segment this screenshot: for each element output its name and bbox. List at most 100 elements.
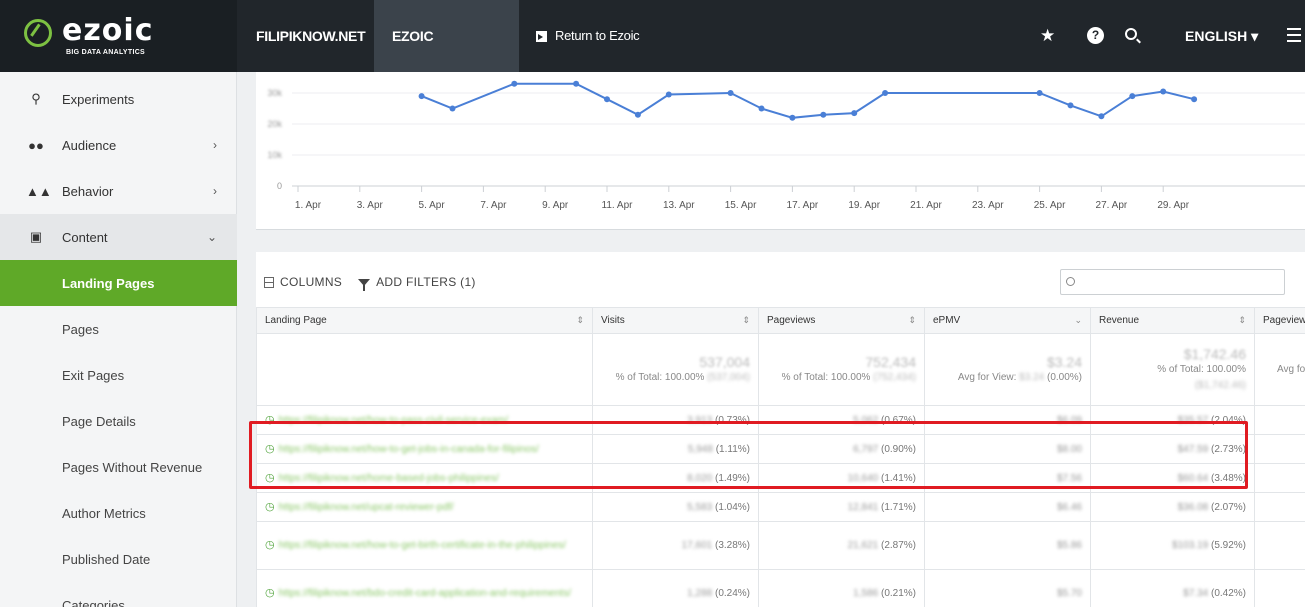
table-search-input[interactable] bbox=[1060, 269, 1285, 295]
revenue-cell: $7.34 (0.42%) bbox=[1090, 569, 1255, 607]
x-tick-label: 21. Apr bbox=[910, 200, 942, 211]
y-tick-label: 20k bbox=[267, 119, 282, 129]
revenue-cell: $103.19 (5.92%) bbox=[1090, 521, 1255, 570]
menu-icon[interactable] bbox=[1287, 28, 1301, 42]
x-tick-label: 25. Apr bbox=[1034, 200, 1066, 211]
data-point[interactable] bbox=[1098, 113, 1105, 120]
pageviews-cell: 1,586 (0.21%) bbox=[758, 569, 925, 607]
table-toolbar: COLUMNS ADD FILTERS (1) bbox=[264, 272, 492, 292]
data-point[interactable] bbox=[727, 90, 734, 96]
visits-chart: 0 10k 20k 30k 1. Apr 3. Apr 5. Apr 7. Apr 9. Apr… bbox=[256, 72, 1305, 230]
top-bar: ezoic BIG DATA ANALYTICS FILIPIKNOW.NET … bbox=[0, 0, 1305, 116]
data-point[interactable] bbox=[882, 90, 889, 96]
sidebar-item-content[interactable]: ▣ Content ⌄ bbox=[0, 214, 237, 260]
star-icon[interactable]: ★ bbox=[1040, 26, 1055, 46]
x-tick-label: 11. Apr bbox=[602, 200, 634, 211]
revenue-cell: $36.08 (2.07%) bbox=[1090, 492, 1255, 522]
return-label: Return to Ezoic bbox=[555, 28, 640, 43]
sidebar-item-page-details[interactable]: Page Details bbox=[0, 398, 237, 444]
data-point[interactable] bbox=[449, 105, 456, 112]
header-landing-page[interactable]: Landing Page ⇕ bbox=[256, 307, 593, 334]
sidebar-item-published-date[interactable]: Published Date bbox=[0, 536, 237, 582]
data-point[interactable] bbox=[851, 110, 858, 117]
totals-pageviews-2: Avg for V bbox=[1254, 333, 1305, 406]
sidebar-item-experiments[interactable]: ⚲ Experiments bbox=[0, 76, 237, 122]
sidebar-item-audience[interactable]: ●● Audience › bbox=[0, 122, 237, 168]
columns-label: COLUMNS bbox=[280, 275, 343, 289]
pageviews-2-cell bbox=[1254, 569, 1305, 607]
search-icon[interactable] bbox=[1125, 28, 1137, 40]
language-selector[interactable]: ENGLISH ▾ bbox=[1185, 0, 1258, 72]
return-to-ezoic-link[interactable]: Return to Ezoic bbox=[536, 0, 640, 72]
data-point[interactable] bbox=[758, 105, 765, 112]
sort-desc-icon: ⌄ bbox=[1074, 315, 1082, 325]
table-row: ◷ https://filipiknow.net/upcat-reviewer-p… bbox=[256, 492, 1305, 522]
data-point[interactable] bbox=[1067, 102, 1074, 109]
y-tick-label: 30k bbox=[267, 88, 282, 98]
ezoic-logo[interactable]: ezoic BIG DATA ANALYTICS bbox=[0, 0, 237, 72]
search-icon bbox=[1066, 277, 1075, 286]
data-point[interactable] bbox=[1036, 90, 1043, 96]
data-point[interactable] bbox=[1191, 96, 1198, 103]
platform-tab[interactable]: EZOIC PLATFORM bbox=[374, 0, 519, 116]
x-tick-label: 23. Apr bbox=[972, 200, 1004, 211]
add-filters-button[interactable]: ADD FILTERS (1) bbox=[358, 275, 476, 291]
sidebar-item-behavior[interactable]: ▲▲ Behavior › bbox=[0, 168, 237, 214]
x-tick-label: 5. Apr bbox=[419, 200, 446, 211]
return-icon bbox=[536, 30, 547, 42]
help-icon[interactable]: ? bbox=[1087, 27, 1104, 44]
pageviews-cell: 21,621 (2.87%) bbox=[758, 521, 925, 570]
landing-page-link[interactable]: https://filipiknow.net/how-to-get-birth-… bbox=[279, 540, 566, 551]
sidebar-item-categories[interactable]: Categories bbox=[0, 582, 237, 607]
header-revenue[interactable]: Revenue ⇕ bbox=[1090, 307, 1255, 334]
epmv-cell: $6.46 bbox=[924, 492, 1091, 522]
totals-visits: 537,004 % of Total: 100.00% (537,004) bbox=[592, 333, 759, 406]
pageviews-2-cell bbox=[1254, 463, 1305, 493]
sidebar-item-pages-without-revenue[interactable]: Pages Without Revenue bbox=[0, 444, 237, 490]
data-point[interactable] bbox=[573, 80, 580, 87]
site-selector[interactable]: FILIPIKNOW.NET bbox=[238, 0, 383, 72]
header-epmv[interactable]: ePMV ⌄ bbox=[924, 307, 1091, 334]
data-point[interactable] bbox=[1160, 88, 1167, 95]
data-point[interactable] bbox=[789, 114, 796, 121]
data-point[interactable] bbox=[604, 96, 610, 103]
logo-text: ezoic bbox=[62, 13, 154, 48]
ezoic-logo-icon bbox=[24, 19, 52, 47]
chevron-right-icon: › bbox=[213, 138, 217, 152]
columns-button[interactable]: COLUMNS bbox=[264, 275, 342, 289]
sidebar-item-label: Experiments bbox=[62, 91, 135, 107]
header-pageviews[interactable]: Pageviews ⇕ bbox=[758, 307, 925, 334]
clock-icon: ◷ bbox=[265, 500, 275, 513]
series-line bbox=[421, 82, 1195, 119]
y-tick-label: 10k bbox=[267, 150, 282, 160]
table-row: ◷ https://filipiknow.net/how-to-get-birth… bbox=[256, 521, 1305, 570]
data-point[interactable] bbox=[418, 93, 425, 100]
url-cell: ◷ https://filipiknow.net/bdo-credit-card-… bbox=[256, 569, 593, 607]
data-point[interactable] bbox=[511, 80, 518, 87]
header-visits[interactable]: Visits ⇕ bbox=[592, 307, 759, 334]
data-point[interactable] bbox=[1129, 93, 1136, 100]
x-tick-label: 3. Apr bbox=[357, 200, 384, 211]
totals-revenue: $1,742.46 % of Total: 100.00% ($1,742.46… bbox=[1090, 333, 1255, 406]
pageviews-2-cell bbox=[1254, 521, 1305, 570]
visits-cell: 1,288 (0.24%) bbox=[592, 569, 759, 607]
highlight-box bbox=[249, 421, 1248, 489]
table-row: ◷ https://filipiknow.net/bdo-credit-card-… bbox=[256, 569, 1305, 607]
sidebar-item-exit-pages[interactable]: Exit Pages bbox=[0, 352, 237, 398]
totals-epmv: $3.24 Avg for View: $3.24 (0.00%) bbox=[924, 333, 1091, 406]
visits-cell: 5,583 (1.04%) bbox=[592, 492, 759, 522]
data-point[interactable] bbox=[820, 111, 827, 118]
sidebar-item-label: Behavior bbox=[62, 183, 114, 199]
header-pageviews-2[interactable]: Pageviews bbox=[1254, 307, 1305, 334]
data-point[interactable] bbox=[634, 111, 641, 118]
users-icon: ●● bbox=[28, 137, 44, 153]
landing-page-link[interactable]: https://filipiknow.net/bdo-credit-card-a… bbox=[279, 588, 571, 599]
landing-page-link[interactable]: https://filipiknow.net/upcat-reviewer-pd… bbox=[279, 502, 454, 513]
sort-icon: ⇕ bbox=[908, 315, 916, 325]
sidebar-item-landing-pages[interactable]: Landing Pages bbox=[0, 260, 237, 306]
sidebar-item-pages[interactable]: Pages bbox=[0, 306, 237, 352]
sidebar: ⚲ Experiments ●● Audience › ▲▲ Behavior … bbox=[0, 72, 237, 607]
x-tick-label: 13. Apr bbox=[663, 200, 695, 211]
data-point[interactable] bbox=[665, 91, 672, 98]
sidebar-item-author-metrics[interactable]: Author Metrics bbox=[0, 490, 237, 536]
